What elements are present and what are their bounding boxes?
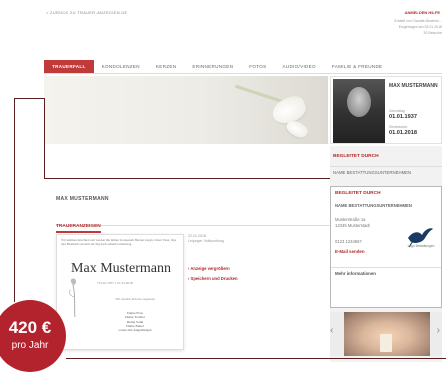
company-city: 12345 Musterstadt [335, 222, 370, 228]
traueranzeigen-heading: TRAUERANZEIGEN [56, 224, 101, 233]
funeral-company-box: BEGLEITET DURCH NAME BESTATTUNGSUNTERNEH… [330, 186, 442, 308]
portrait-card: MAX MUSTERMANN Geburtstag 01.01.1937 Ste… [330, 76, 442, 144]
died-label: Sterbedatum [389, 125, 408, 129]
tab-fotos[interactable]: FOTOS [241, 60, 274, 73]
company-address: Musterstraße 1a 12345 Musterstadt [335, 217, 370, 228]
notice-intro: Wir nehmen Abschied und werden ihn immer… [61, 238, 177, 246]
tab-familie-freunde[interactable]: FAMILIE & FREUNDE [324, 60, 391, 73]
notice-verse: Wir werden dich nie vergessen [115, 297, 155, 301]
sidebar-accompanied-company[interactable]: NAME BESTATTUNGSUNTERNEHMEN [330, 170, 442, 175]
company-divider [331, 267, 441, 268]
tab-trauerfall[interactable]: TRAUERFALL [44, 60, 94, 73]
carousel-next-button[interactable]: › [437, 326, 440, 336]
portrait-name: MAX MUSTERMANN [389, 83, 438, 89]
company-email-link[interactable]: E-Mail senden [335, 249, 365, 254]
enlarge-notice-link[interactable]: › Anzeige vergrößern [188, 266, 230, 271]
tab-kerzen[interactable]: KERZEN [148, 60, 184, 73]
born-label: Geburtstag [389, 109, 405, 113]
connector-line-left [14, 98, 15, 302]
portrait-photo[interactable] [333, 79, 385, 143]
deceased-name: MAX MUSTERMANN [56, 196, 109, 202]
price-badge: 420 € pro Jahr [0, 300, 66, 372]
connector-line-inner [44, 98, 45, 178]
company-street: Musterstraße 1a [335, 217, 366, 222]
candle-carousel: ‹ › [330, 312, 442, 356]
login-link[interactable]: ANMELDEN HILFE [405, 10, 440, 15]
obituary-notice[interactable]: Wir nehmen Abschied und werden ihn immer… [56, 234, 184, 350]
company-logo-text: Logo Bestattungen [407, 244, 435, 248]
died-date: 01.01.2018 [389, 130, 417, 136]
company-name: NAME BESTATTUNGSUNTERNEHMEN [335, 203, 412, 208]
sidebar-divider [330, 166, 442, 167]
save-print-link[interactable]: › Speichern und Drucken [188, 276, 238, 281]
price-amount: 420 € [8, 318, 52, 337]
company-heading: BEGLEITET DURCH [335, 191, 381, 196]
candle-icon [380, 334, 392, 352]
hero-image [44, 76, 328, 144]
notice-name: Max Mustermann [71, 261, 171, 276]
memorial-meta: Erstellt von Claudia Musterm... Eingetra… [370, 18, 442, 36]
back-link[interactable]: < ZURÜCK ZU TRAUER-ANZEIGEN.DE [46, 10, 128, 15]
tab-bar: TRAUERFALL KONDOLENZEN KERZEN ERINNERUNG… [44, 60, 442, 74]
notice-dates: *01.01.1937 † 01.01.2018 [97, 281, 133, 285]
connector-line-mid [44, 178, 330, 179]
portrait-head [347, 87, 371, 117]
notice-family: Deine Frau Deine Tochter Deine Sohn Dein… [118, 311, 152, 333]
born-date: 01.01.1937 [389, 114, 417, 120]
meta-visits: 30 Besuche [423, 31, 443, 35]
flower-icon [69, 278, 77, 317]
price-period: pro Jahr [11, 340, 49, 351]
connector-line-bottom [66, 358, 446, 359]
carousel-prev-button[interactable]: ‹ [330, 326, 333, 336]
more-info-link[interactable]: Mehr informationen [335, 271, 376, 276]
connector-line-top [14, 98, 44, 99]
tab-audio-video[interactable]: AUDIO/VIDEO [274, 60, 323, 73]
tab-erinnerungen[interactable]: ERINNERUNGEN [184, 60, 241, 73]
tab-kondolenzen[interactable]: KONDOLENZEN [94, 60, 148, 73]
section-title: TRAUERANZEIGEN [56, 214, 334, 233]
notice-info-source: Leipziger Volkszeitung [188, 239, 224, 243]
sidebar-accompanied-heading: BEGLEITET DURCH [333, 154, 379, 159]
notice-info: 22.01.2018 Leipziger Volkszeitung [188, 234, 288, 244]
company-phone: 0123 1234567 [335, 239, 362, 244]
